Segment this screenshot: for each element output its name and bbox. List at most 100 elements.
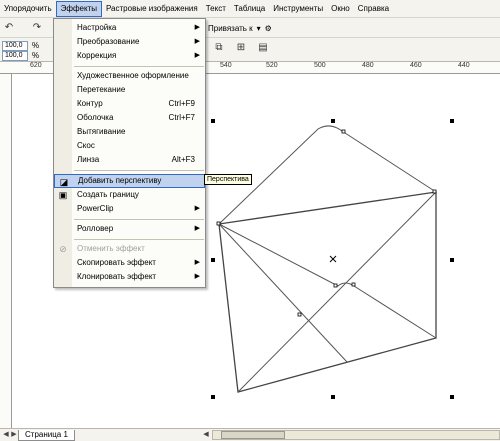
- menu-item-label: PowerClip: [77, 204, 114, 213]
- selection-handle: [211, 258, 215, 262]
- next-page-icon[interactable]: ▶: [10, 430, 18, 440]
- menu-item-adjust[interactable]: Настройка ▶: [54, 21, 205, 35]
- effects-menu: Настройка ▶ Преобразование ▶ Коррекция ▶…: [53, 18, 206, 288]
- snap-settings-icon[interactable]: ⚙: [265, 24, 272, 33]
- menu-bitmaps[interactable]: Растровые изображения: [102, 1, 202, 17]
- node-handle: [216, 221, 221, 226]
- clear-effect-icon: ⊘: [59, 244, 67, 254]
- undo-icon[interactable]: ↶: [2, 21, 16, 35]
- menu-item-label: Оболочка: [77, 113, 114, 122]
- menu-item-transform[interactable]: Преобразование ▶: [54, 35, 205, 49]
- node-handle: [351, 282, 356, 287]
- selection-handle: [450, 119, 454, 123]
- menu-item-blend[interactable]: Перетекание: [54, 83, 205, 97]
- menu-item-label: Коррекция: [77, 51, 117, 60]
- menu-item-extrude[interactable]: Вытягивание: [54, 125, 205, 139]
- ruler-tick: 480: [362, 62, 374, 69]
- prev-page-icon[interactable]: ◀: [2, 430, 10, 440]
- ruler-tick: 540: [220, 62, 232, 69]
- menu-item-lens[interactable]: Линза Alt+F3: [54, 153, 205, 167]
- scale-x-unit: %: [32, 41, 40, 50]
- ruler-tick: 500: [314, 62, 326, 69]
- menu-item-label: Ролловер: [77, 224, 114, 233]
- center-mark-icon: [329, 255, 337, 263]
- menu-item-copy-effect[interactable]: Скопировать эффект ▶: [54, 256, 205, 270]
- scale-y-unit: %: [32, 51, 40, 60]
- menu-item-shortcut: Alt+F3: [171, 155, 195, 164]
- menu-item-create-boundary[interactable]: ▣ Создать границу: [54, 188, 205, 202]
- combine-icon[interactable]: ⊞: [234, 41, 248, 55]
- menu-item-label: Линза: [77, 155, 100, 164]
- menu-separator: [74, 219, 204, 220]
- menu-item-label: Перетекание: [77, 85, 126, 94]
- menu-item-label: Добавить перспективу: [78, 176, 162, 185]
- horizontal-scrollbar[interactable]: [212, 430, 500, 440]
- submenu-arrow-icon: ▶: [194, 259, 200, 266]
- menu-help[interactable]: Справка: [354, 1, 393, 17]
- selection-handle: [450, 395, 454, 399]
- align-icon[interactable]: ▤: [256, 41, 270, 55]
- menu-item-label: Скопировать эффект: [77, 258, 156, 267]
- menu-table[interactable]: Таблица: [230, 1, 269, 17]
- snap-to-control[interactable]: Привязать к ▾ ⚙: [208, 21, 272, 35]
- scale-y-field[interactable]: 100,0: [2, 51, 28, 61]
- envelope-body: [218, 191, 437, 393]
- menu-item-label: Отменить эффект: [77, 244, 145, 253]
- ruler-tick: 620: [30, 62, 42, 69]
- submenu-arrow-icon: ▶: [194, 225, 200, 232]
- menu-tools[interactable]: Инструменты: [269, 1, 327, 17]
- menu-item-label: Настройка: [77, 23, 117, 32]
- submenu-arrow-icon: ▶: [194, 273, 200, 280]
- submenu-arrow-icon: ▶: [194, 24, 200, 31]
- ruler-tick: 520: [266, 62, 278, 69]
- envelope-diagonal-right: [237, 191, 437, 393]
- node-handle: [341, 129, 346, 134]
- selection-handle: [331, 119, 335, 123]
- selection-handle: [331, 395, 335, 399]
- menu-item-label: Создать границу: [77, 190, 139, 199]
- menu-separator: [74, 66, 204, 67]
- menu-item-label: Скос: [77, 141, 95, 150]
- menu-effects[interactable]: Эффекты: [55, 0, 102, 17]
- vertical-ruler[interactable]: [0, 74, 12, 428]
- menu-item-envelope[interactable]: Оболочка Ctrl+F7: [54, 111, 205, 125]
- menu-bar: Упорядочить Эффекты Растровые изображени…: [0, 0, 500, 18]
- tooltip: Перспектива: [204, 174, 252, 185]
- menu-item-clone-effect[interactable]: Клонировать эффект ▶: [54, 270, 205, 284]
- menu-item-artistic-media[interactable]: Художественное оформление: [54, 69, 205, 83]
- node-handle: [297, 312, 302, 317]
- menu-item-label: Вытягивание: [77, 127, 126, 136]
- menu-item-label: Контур: [77, 99, 103, 108]
- scale-x-field[interactable]: 100,0: [2, 41, 28, 51]
- scroll-left-icon[interactable]: ◀: [202, 430, 210, 440]
- menu-item-label: Художественное оформление: [77, 71, 189, 80]
- snap-to-label: Привязать к: [208, 23, 253, 33]
- submenu-arrow-icon: ▶: [194, 205, 200, 212]
- submenu-arrow-icon: ▶: [194, 52, 200, 59]
- menu-item-add-perspective[interactable]: ◪ Добавить перспективу: [54, 174, 205, 188]
- break-apart-icon[interactable]: ⧉: [212, 41, 226, 55]
- envelope-inner-flap: [218, 223, 437, 339]
- menu-arrange[interactable]: Упорядочить: [0, 1, 56, 17]
- ruler-tick: 460: [410, 62, 422, 69]
- menu-text[interactable]: Текст: [202, 1, 230, 17]
- menu-item-label: Клонировать эффект: [77, 272, 157, 281]
- menu-item-powerclip[interactable]: PowerClip ▶: [54, 202, 205, 216]
- submenu-arrow-icon: ▶: [194, 38, 200, 45]
- ruler-tick: 440: [458, 62, 470, 69]
- menu-item-rollover[interactable]: Ролловер ▶: [54, 222, 205, 236]
- menu-item-contour[interactable]: Контур Ctrl+F9: [54, 97, 205, 111]
- menu-item-bevel[interactable]: Скос: [54, 139, 205, 153]
- scrollbar-thumb[interactable]: [221, 431, 285, 439]
- menu-window[interactable]: Окно: [327, 1, 354, 17]
- menu-item-correction[interactable]: Коррекция ▶: [54, 49, 205, 63]
- selection-handle: [211, 395, 215, 399]
- redo-icon[interactable]: ↷: [30, 21, 44, 35]
- menu-item-label: Преобразование: [77, 37, 140, 46]
- page-tab[interactable]: Страница 1: [18, 430, 75, 441]
- node-handle: [432, 189, 437, 194]
- selection-handle: [450, 258, 454, 262]
- boundary-icon: ▣: [58, 190, 68, 200]
- page-navigation-bar: ◀ ▶ Страница 1 ◀: [0, 428, 500, 441]
- menu-item-shortcut: Ctrl+F7: [168, 113, 195, 122]
